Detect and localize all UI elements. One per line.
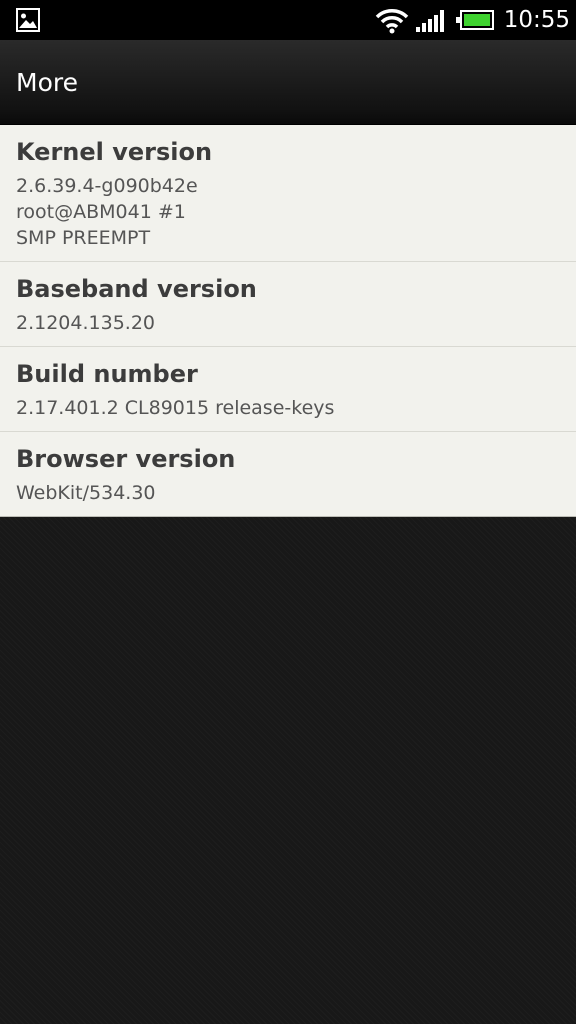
info-list: Kernel version 2.6.39.4-g090b42e root@AB…: [0, 125, 576, 517]
item-title: Baseband version: [16, 275, 257, 303]
page-title: More: [16, 68, 78, 97]
item-title: Build number: [16, 360, 198, 388]
item-title: Browser version: [16, 445, 236, 473]
item-value: 2.1204.135.20: [16, 312, 156, 334]
item-title: Kernel version: [16, 138, 213, 166]
list-item-build-number[interactable]: Build number 2.17.401.2 CL89015 release-…: [0, 347, 576, 432]
list-item-kernel-version[interactable]: Kernel version 2.6.39.4-g090b42e root@AB…: [0, 125, 576, 262]
gallery-icon: [16, 8, 40, 32]
list-item-baseband-version[interactable]: Baseband version 2.1204.135.20: [0, 262, 576, 347]
list-item-browser-version[interactable]: Browser version WebKit/534.30: [0, 432, 576, 517]
title-bar: More: [0, 40, 576, 125]
battery-icon: [456, 10, 494, 30]
wifi-icon: [375, 9, 409, 34]
item-value: 2.6.39.4-g090b42e root@ABM041 #1 SMP PRE…: [16, 175, 198, 249]
status-bar: 10:55: [0, 0, 576, 40]
item-value: WebKit/534.30: [16, 482, 156, 504]
signal-icon: [416, 10, 444, 32]
item-value: 2.17.401.2 CL89015 release-keys: [16, 397, 335, 419]
clock: 10:55: [503, 7, 570, 33]
